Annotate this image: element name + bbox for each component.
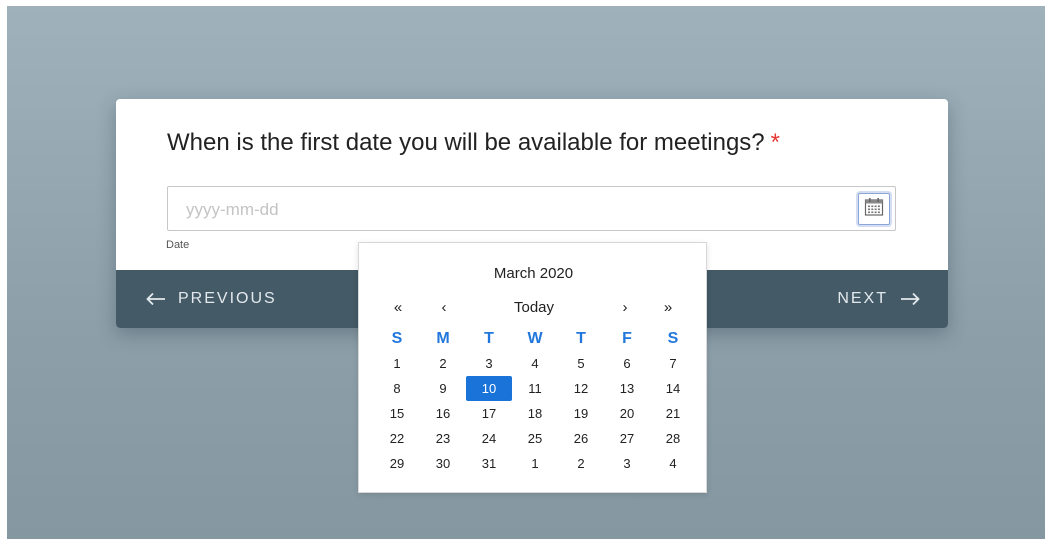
question-text: When is the first date you will be avail…: [167, 129, 765, 156]
calendar-day[interactable]: 19: [558, 401, 604, 426]
calendar-day[interactable]: 11: [512, 376, 558, 401]
weekday-header: S: [391, 330, 403, 347]
today-button[interactable]: Today: [499, 298, 569, 318]
date-input[interactable]: [184, 198, 848, 222]
next-label: NEXT: [837, 290, 888, 307]
question-title: When is the first date you will be avail…: [167, 129, 780, 157]
calendar-day[interactable]: 24: [466, 426, 512, 451]
weekday-header: M: [436, 330, 450, 347]
calendar-day[interactable]: 1: [374, 351, 420, 376]
calendar-day[interactable]: 21: [650, 401, 696, 426]
arrow-left-icon: [146, 292, 178, 306]
calendar-day[interactable]: 31: [466, 451, 512, 476]
next-button[interactable]: NEXT: [837, 270, 920, 328]
calendar-icon: [864, 197, 884, 222]
calendar-day[interactable]: 18: [512, 401, 558, 426]
calendar-day[interactable]: 2: [558, 451, 604, 476]
weekday-header: F: [622, 330, 632, 347]
date-field: [167, 186, 896, 231]
next-month-button[interactable]: ›: [613, 298, 637, 318]
calendar-day[interactable]: 3: [604, 451, 650, 476]
calendar-day[interactable]: 25: [512, 426, 558, 451]
calendar-day[interactable]: 5: [558, 351, 604, 376]
calendar-day[interactable]: 6: [604, 351, 650, 376]
calendar-day[interactable]: 7: [650, 351, 696, 376]
calendar-day[interactable]: 16: [420, 401, 466, 426]
previous-label: PREVIOUS: [178, 290, 277, 307]
weekday-header: T: [484, 330, 494, 347]
calendar-day[interactable]: 29: [374, 451, 420, 476]
prev-year-button[interactable]: «: [386, 298, 410, 318]
calendar-day[interactable]: 20: [604, 401, 650, 426]
weekday-header: T: [576, 330, 586, 347]
next-year-button[interactable]: »: [656, 298, 680, 318]
prev-month-button[interactable]: ‹: [432, 298, 456, 318]
calendar-day-selected[interactable]: 10: [466, 376, 512, 401]
calendar-day[interactable]: 4: [512, 351, 558, 376]
calendar-day[interactable]: 26: [558, 426, 604, 451]
weekday-header: S: [667, 330, 679, 347]
calendar-button[interactable]: [858, 193, 890, 225]
calendar-day[interactable]: 3: [466, 351, 512, 376]
calendar-grid: S M T W T F S 1 2 3 4 5 6 7 8 9 10 11 12 13 14 15 16 17 18 19 20 21…: [374, 326, 696, 476]
month-label: March 2020: [493, 265, 574, 282]
calendar-day[interactable]: 17: [466, 401, 512, 426]
calendar-day[interactable]: 4: [650, 451, 696, 476]
required-asterisk: *: [770, 129, 780, 156]
calendar-day[interactable]: 9: [420, 376, 466, 401]
calendar-day[interactable]: 22: [374, 426, 420, 451]
arrow-right-icon: [888, 292, 920, 306]
calendar-day[interactable]: 28: [650, 426, 696, 451]
datepicker-popup: March 2020 « ‹ Today › » SMTWTFS12345678…: [358, 242, 707, 493]
calendar-day[interactable]: 1: [512, 451, 558, 476]
calendar-day[interactable]: 14: [650, 376, 696, 401]
calendar-day[interactable]: 12: [558, 376, 604, 401]
weekday-header: W: [527, 330, 543, 347]
date-sublabel: Date: [166, 239, 190, 251]
calendar-day[interactable]: 27: [604, 426, 650, 451]
calendar-day[interactable]: 13: [604, 376, 650, 401]
calendar-day[interactable]: 30: [420, 451, 466, 476]
calendar-day[interactable]: 15: [374, 401, 420, 426]
calendar-day[interactable]: 8: [374, 376, 420, 401]
calendar-day[interactable]: 23: [420, 426, 466, 451]
calendar-day[interactable]: 2: [420, 351, 466, 376]
previous-button[interactable]: PREVIOUS: [146, 270, 277, 328]
